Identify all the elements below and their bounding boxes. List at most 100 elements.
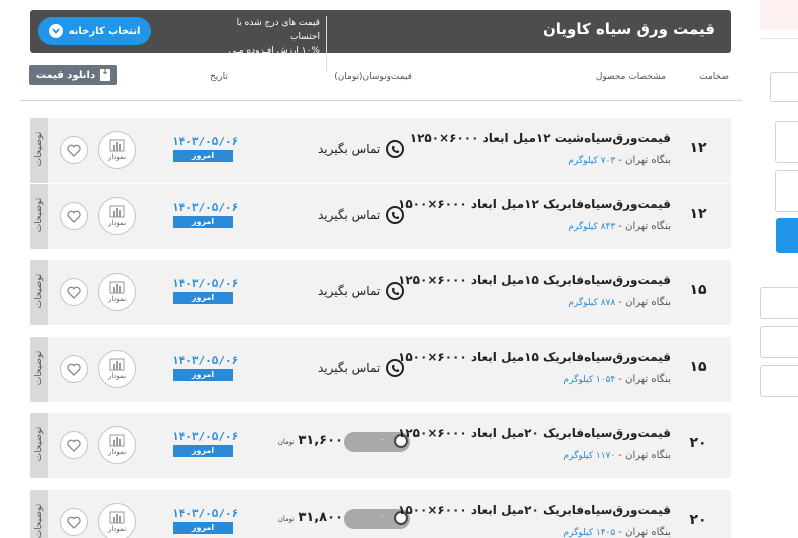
chart-button[interactable]: نمودار — [98, 197, 136, 235]
warehouse-label: بنگاه تهران - — [615, 374, 671, 385]
chart-button[interactable]: نمودار — [98, 131, 136, 169]
bar-chart-icon — [109, 434, 125, 447]
heart-icon — [67, 516, 81, 529]
price-date: ۱۴۰۳/۰۵/۰۶ — [172, 277, 239, 290]
col-specs: مشخصات محصول — [595, 72, 666, 82]
warehouse-label: بنگاه تهران - — [615, 221, 671, 232]
chart-button[interactable]: نمودار — [98, 503, 136, 538]
favorite-button[interactable] — [60, 136, 88, 164]
favorite-button[interactable] — [60, 431, 88, 459]
currency-label: تومان — [277, 438, 295, 446]
select-factory-button[interactable]: انتخاب کارخانه — [38, 17, 151, 45]
price-date: ۱۴۰۳/۰۵/۰۶ — [172, 430, 239, 443]
thickness-value: ۲۰ — [689, 512, 707, 528]
price-value: ۳۱,۸۰۰تومان — [267, 510, 343, 532]
favorite-button[interactable] — [60, 355, 88, 383]
product-name[interactable]: قیمت‌ورق‌سیاه‌فابریک ۱۲میل ابعاد ۶۰۰۰×۱۵… — [371, 197, 671, 211]
download-icon — [100, 67, 111, 81]
download-price-button[interactable]: دانلود قیمت — [29, 65, 117, 85]
heart-icon — [67, 363, 81, 376]
side-panel-top — [760, 0, 798, 30]
bar-chart-icon — [109, 511, 125, 524]
price-date: ۱۴۰۳/۰۵/۰۶ — [172, 507, 239, 520]
thickness-value: ۱۵ — [689, 359, 707, 375]
description-tab[interactable]: توضیحات — [30, 260, 48, 325]
weight-label: ۷۰۳ کیلوگرم — [568, 156, 616, 166]
price-value: ۳۱,۶۰۰تومان — [267, 433, 343, 455]
chart-label: نمودار — [107, 448, 127, 456]
warehouse-label: بنگاه تهران - — [615, 155, 671, 166]
download-price-label: دانلود قیمت — [35, 69, 96, 81]
price-amount: ۳۱,۶۰۰ — [298, 433, 343, 448]
today-badge: امروز — [173, 292, 233, 304]
currency-label: تومان — [277, 515, 295, 523]
bar-chart-icon — [109, 139, 125, 152]
price-date: ۱۴۰۳/۰۵/۰۶ — [172, 135, 239, 148]
description-tab[interactable]: توضیحات — [30, 413, 48, 478]
table-header: ضخامت مشخصات محصول قیمت‌ونوسان(تومان) تا… — [20, 62, 742, 101]
product-name[interactable]: قیمت‌ورق‌سیاه‌فابریک ۲۰میل ابعاد ۶۰۰۰×۱۵… — [371, 503, 671, 517]
bar-chart-icon — [109, 358, 125, 371]
description-label: توضیحات — [34, 350, 44, 386]
warehouse-label: بنگاه تهران - — [615, 527, 671, 538]
product-name[interactable]: قیمت‌ورق‌سیاه‌فابریک ۲۰میل ابعاد ۶۰۰۰×۱۲… — [371, 426, 671, 440]
col-date: تاریخ — [210, 72, 228, 82]
description-label: توضیحات — [34, 131, 44, 167]
today-badge: امروز — [173, 445, 233, 457]
warehouse-label: بنگاه تهران - — [615, 450, 671, 461]
description-label: توضیحات — [34, 426, 44, 462]
table-title-bar: قیمت ورق سیاه کاویان قیمت های درج شده با… — [30, 10, 731, 72]
side-list-item-1[interactable] — [760, 287, 798, 319]
chart-label: نمودار — [107, 372, 127, 380]
product-name[interactable]: قیمت‌ورق‌سیاه‌شیت ۱۲میل ابعاد ۶۰۰۰×۱۲۵۰ — [371, 131, 671, 145]
bar-chart-icon — [109, 281, 125, 294]
weight-label: ۸۴۳ کیلوگرم — [568, 222, 616, 232]
thickness-value: ۱۲ — [689, 140, 707, 156]
chart-label: نمودار — [107, 295, 127, 303]
heart-icon — [67, 286, 81, 299]
table-row: توضیحات نمودار ۱۴۰۳/۰۵/۰۶ امروز تماس بگی… — [30, 337, 731, 402]
description-label: توضیحات — [34, 197, 44, 233]
chart-label: نمودار — [107, 153, 127, 161]
col-thickness: ضخامت — [699, 72, 729, 82]
favorite-button[interactable] — [60, 508, 88, 536]
description-tab[interactable]: توضیحات — [30, 118, 48, 183]
warehouse-info: بنگاه تهران - ۱۴۰۵ کیلوگرم — [371, 527, 671, 538]
side-filter-button[interactable] — [770, 72, 798, 102]
side-list-item-3[interactable] — [760, 365, 798, 397]
chart-button[interactable]: نمودار — [98, 273, 136, 311]
side-input-2[interactable] — [775, 170, 798, 212]
side-submit-button[interactable] — [776, 218, 798, 253]
chart-button[interactable]: نمودار — [98, 426, 136, 464]
select-factory-label: انتخاب کارخانه — [68, 25, 141, 37]
thickness-value: ۱۵ — [689, 282, 707, 298]
description-tab[interactable]: توضیحات — [30, 490, 48, 538]
favorite-button[interactable] — [60, 202, 88, 230]
chart-label: نمودار — [107, 525, 127, 533]
heart-icon — [67, 144, 81, 157]
favorite-button[interactable] — [60, 278, 88, 306]
price-page: قیمت ورق سیاه کاویان قیمت های درج شده با… — [0, 0, 798, 538]
product-name[interactable]: قیمت‌ورق‌سیاه‌فابریک ۱۵میل ابعاد ۶۰۰۰×۱۵… — [371, 350, 671, 364]
product-name[interactable]: قیمت‌ورق‌سیاه‌فابریک ۱۵میل ابعاد ۶۰۰۰×۱۲… — [371, 273, 671, 287]
price-amount: ۳۱,۸۰۰ — [298, 510, 343, 525]
chart-button[interactable]: نمودار — [98, 350, 136, 388]
table-row: توضیحات نمودار ۱۴۰۳/۰۵/۰۶ امروز تماس بگی… — [30, 184, 731, 249]
weight-label: ۱۱۷۰ کیلوگرم — [563, 451, 616, 461]
description-label: توضیحات — [34, 503, 44, 538]
heart-icon — [67, 210, 81, 223]
today-badge: امروز — [173, 216, 233, 228]
warehouse-info: بنگاه تهران - ۸۴۳ کیلوگرم — [371, 221, 671, 232]
thickness-value: ۲۰ — [689, 435, 707, 451]
chevron-down-icon — [48, 24, 63, 38]
table-row: توضیحات نمودار ۱۴۰۳/۰۵/۰۶ امروز ۳۱,۶۰۰تو… — [30, 413, 731, 478]
side-list-item-2[interactable] — [760, 326, 798, 358]
description-tab[interactable]: توضیحات — [30, 184, 48, 249]
bar-chart-icon — [109, 205, 125, 218]
today-badge: امروز — [173, 150, 233, 162]
description-tab[interactable]: توضیحات — [30, 337, 48, 402]
page-title: قیمت ورق سیاه کاویان — [542, 20, 715, 38]
col-price: قیمت‌ونوسان(تومان) — [334, 72, 412, 82]
side-divider — [761, 38, 798, 39]
side-input-1[interactable] — [775, 121, 798, 163]
